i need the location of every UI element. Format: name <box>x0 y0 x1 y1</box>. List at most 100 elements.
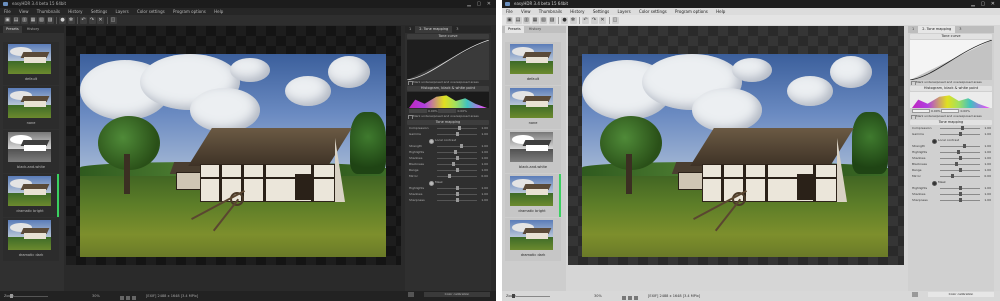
slider-knob[interactable] <box>960 126 964 130</box>
window-buttons[interactable]: ▁ ▢ ✕ <box>971 1 997 7</box>
color-calibration-button[interactable]: Color calibration <box>928 292 994 297</box>
camera-icon[interactable] <box>126 296 130 300</box>
tab-tone-mapping[interactable]: 2. Tone mapping <box>918 26 956 33</box>
preset-item-dramatic-dark[interactable]: dramatic dark <box>505 218 561 261</box>
histogram-header[interactable]: Histogram, black & white point <box>407 86 489 91</box>
image-canvas[interactable] <box>568 26 904 265</box>
save-icon[interactable]: ▥ <box>21 16 28 24</box>
close-icon[interactable]: ✕ <box>599 16 606 24</box>
new-icon[interactable]: ▣ <box>4 16 11 24</box>
slider-knob[interactable] <box>447 174 451 178</box>
preset-item-none[interactable]: none <box>3 86 59 129</box>
histogram-header[interactable]: Histogram, black & white point <box>910 86 992 91</box>
undo-icon[interactable]: ↶ <box>582 16 589 24</box>
white-point-select[interactable] <box>941 109 960 113</box>
black-point-value[interactable]: 0.00% <box>428 109 438 113</box>
layers-icon[interactable]: ◫ <box>611 16 619 24</box>
tone-curve-graph[interactable] <box>910 40 992 80</box>
preset-item-dramatic-dark[interactable]: dramatic dark <box>3 218 59 261</box>
fit-icon[interactable] <box>622 296 626 300</box>
tab-step-3[interactable]: 3 <box>452 26 462 33</box>
slider-knob[interactable] <box>958 192 962 196</box>
tab-presets[interactable]: Presets <box>3 26 22 33</box>
batch-icon[interactable]: ▧ <box>38 16 45 24</box>
tone-curve-header[interactable]: Tone curve <box>910 34 992 39</box>
menu-color-settings[interactable]: Color settings <box>137 9 165 14</box>
tab-history[interactable]: History <box>526 26 544 33</box>
open-icon[interactable]: ▤ <box>514 16 522 24</box>
menu-help[interactable]: Help <box>214 9 223 14</box>
info-icon[interactable] <box>634 296 638 300</box>
slider-knob[interactable] <box>958 168 962 172</box>
save-as-icon[interactable]: ▦ <box>531 16 539 24</box>
save-as-icon[interactable]: ▦ <box>29 16 37 24</box>
redo-icon[interactable]: ↷ <box>590 16 598 24</box>
menu-file[interactable]: File <box>506 9 513 14</box>
black-point-select[interactable] <box>409 109 427 113</box>
menu-color-settings[interactable]: Color settings <box>639 9 667 14</box>
white-point-select[interactable] <box>438 109 457 113</box>
menu-view[interactable]: View <box>19 9 29 14</box>
mark-exposure-checkbox-2[interactable]: Mark underexposed and overexposed areas <box>407 114 489 119</box>
zoom-slider-track[interactable] <box>516 295 550 297</box>
menu-program-options[interactable]: Program options <box>173 9 206 14</box>
preset-item-default[interactable]: default <box>3 42 59 85</box>
tab-tone-mapping[interactable]: 2. Tone mapping <box>415 26 453 33</box>
slider-knob[interactable] <box>954 162 958 166</box>
menu-settings[interactable]: Settings <box>593 9 609 14</box>
slider-knob[interactable] <box>455 156 459 160</box>
image-canvas[interactable] <box>66 26 401 265</box>
open-icon[interactable]: ▤ <box>12 16 20 24</box>
zoom-slider-knob[interactable] <box>512 294 515 298</box>
slider-knob[interactable] <box>455 198 459 202</box>
window-buttons[interactable]: ▁ ▢ ✕ <box>467 1 493 7</box>
slider-knob[interactable] <box>958 156 962 160</box>
export-icon[interactable]: ▨ <box>548 16 556 24</box>
slider-knob[interactable] <box>455 192 459 196</box>
menu-program-options[interactable]: Program options <box>675 9 708 14</box>
tab-history[interactable]: History <box>24 26 42 33</box>
tab-step-1[interactable]: 1 <box>908 26 918 33</box>
slider-knob[interactable] <box>455 186 459 190</box>
preset-item-none[interactable]: none <box>505 86 561 129</box>
slider-knob[interactable] <box>455 132 459 136</box>
mark-exposure-checkbox-2[interactable]: Mark underexposed and overexposed areas <box>910 114 992 119</box>
slider-knob[interactable] <box>451 162 455 166</box>
white-point-value[interactable]: 0.00% <box>960 109 970 113</box>
mark-exposure-checkbox[interactable]: Mark underexposed and overexposed areas <box>910 80 992 85</box>
slider-knob[interactable] <box>453 150 457 154</box>
slider-knob[interactable] <box>457 126 461 130</box>
camera-icon[interactable] <box>628 296 632 300</box>
info-icon[interactable] <box>132 296 136 300</box>
undo-icon[interactable]: ↶ <box>80 16 87 24</box>
record-icon[interactable]: ● <box>59 16 66 24</box>
preset-item-dramatic-bright[interactable]: dramatic bright <box>505 174 561 217</box>
menu-view[interactable]: View <box>521 9 531 14</box>
menu-layers[interactable]: Layers <box>116 9 129 14</box>
zoom-slider-knob[interactable] <box>10 294 13 298</box>
menu-help[interactable]: Help <box>716 9 725 14</box>
slider-knob[interactable] <box>958 132 962 136</box>
menu-file[interactable]: File <box>4 9 11 14</box>
slider-knob[interactable] <box>958 198 962 202</box>
preset-item-black-and-white[interactable]: black-and-white <box>3 130 59 173</box>
histogram[interactable] <box>910 92 992 108</box>
slider-mask-sharpness[interactable]: Sharpness 1.00 <box>407 197 489 203</box>
tab-step-1[interactable]: 1 <box>405 26 415 33</box>
preset-item-dramatic-bright[interactable]: dramatic bright <box>3 174 59 217</box>
close-icon[interactable]: ✕ <box>97 16 104 24</box>
tone-curve-graph[interactable] <box>407 40 489 80</box>
fit-icon[interactable] <box>120 296 124 300</box>
black-point-value[interactable]: 0.00% <box>931 109 941 113</box>
slider-knob[interactable] <box>459 144 463 148</box>
black-point-select[interactable] <box>912 109 930 113</box>
preset-item-default[interactable]: default <box>505 42 561 85</box>
menu-settings[interactable]: Settings <box>91 9 107 14</box>
menu-history[interactable]: History <box>68 9 82 14</box>
menu-thumbnails[interactable]: Thumbnails <box>37 9 60 14</box>
slider-knob[interactable] <box>956 150 960 154</box>
histogram[interactable] <box>407 92 489 108</box>
gear-icon[interactable]: ✻ <box>67 16 75 24</box>
slider-knob[interactable] <box>962 144 966 148</box>
zoom-slider-track[interactable] <box>14 295 48 297</box>
